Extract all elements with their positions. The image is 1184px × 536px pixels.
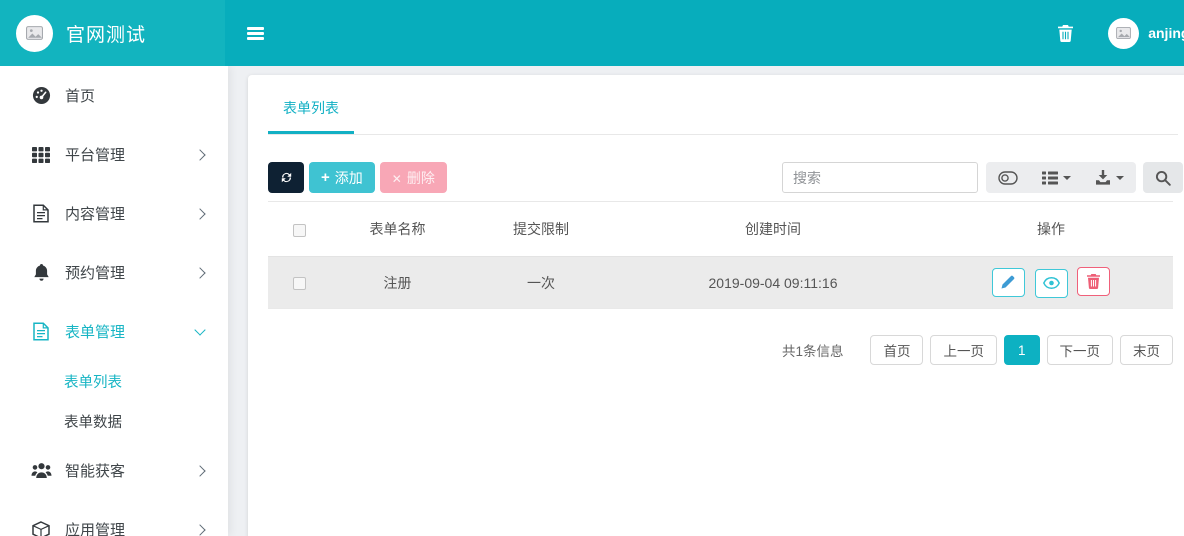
delete-button[interactable]: 删除 bbox=[380, 162, 447, 193]
search-icon bbox=[1155, 170, 1171, 186]
table-row[interactable]: 注册 一次 2019-09-04 09:11:16 bbox=[268, 257, 1173, 309]
sidebar-subitem-form-data[interactable]: 表单数据 bbox=[0, 401, 228, 441]
sidebar-item-label: 首页 bbox=[65, 85, 95, 106]
caret-down-icon bbox=[1116, 176, 1124, 180]
row-checkbox[interactable] bbox=[293, 277, 306, 290]
image-icon bbox=[26, 26, 43, 40]
chevron-right-icon bbox=[194, 149, 205, 160]
brand-header: 官网测试 bbox=[0, 0, 225, 66]
cell-form-name: 注册 bbox=[330, 257, 465, 309]
sidebar-item-apps[interactable]: 应用管理 bbox=[0, 500, 228, 536]
pagination: 共1条信息 首页 上一页 1 下一页 末页 bbox=[268, 335, 1173, 365]
list-columns-icon bbox=[1042, 171, 1058, 185]
chevron-right-icon bbox=[194, 267, 205, 278]
sidebar-toggle-icon[interactable] bbox=[247, 27, 264, 42]
sidebar-subitem-label: 表单数据 bbox=[64, 411, 122, 432]
refresh-button[interactable] bbox=[268, 162, 304, 193]
delete-row-button[interactable] bbox=[1077, 267, 1110, 296]
eye-icon bbox=[1043, 277, 1060, 289]
page-1-button[interactable]: 1 bbox=[1004, 335, 1040, 365]
users-icon bbox=[30, 462, 52, 479]
sidebar-submenu: 表单列表 表单数据 bbox=[0, 361, 228, 441]
document-icon bbox=[30, 204, 52, 223]
cell-actions bbox=[929, 257, 1173, 309]
sidebar-item-content[interactable]: 内容管理 bbox=[0, 184, 228, 243]
tab-bar: 表单列表 bbox=[268, 75, 1178, 135]
columns-dropdown-button[interactable] bbox=[1030, 162, 1083, 193]
delete-button-label: 删除 bbox=[407, 168, 435, 188]
trash-icon bbox=[1087, 274, 1100, 289]
brand-title: 官网测试 bbox=[66, 20, 146, 47]
edit-button[interactable] bbox=[992, 268, 1025, 297]
plus-icon bbox=[321, 169, 335, 186]
username-label[interactable]: anjingb bbox=[1148, 25, 1184, 41]
first-page-button[interactable]: 首页 bbox=[870, 335, 923, 365]
toggle-icon bbox=[998, 171, 1018, 185]
form-table: 表单名称 提交限制 创建时间 操作 注册 一次 2019-09-04 09:11… bbox=[268, 201, 1173, 309]
content-card: 表单列表 添加 删除 bbox=[248, 75, 1184, 536]
form-icon bbox=[30, 322, 52, 341]
caret-down-icon bbox=[1063, 176, 1071, 180]
sidebar-item-forms[interactable]: 表单管理 bbox=[0, 302, 228, 361]
toolbar-right bbox=[782, 162, 1183, 193]
box-icon bbox=[30, 521, 52, 536]
sidebar: 首页 平台管理 内容管理 bbox=[0, 66, 228, 536]
select-all-checkbox[interactable] bbox=[293, 224, 306, 237]
column-header-name: 表单名称 bbox=[330, 202, 465, 257]
last-page-button[interactable]: 末页 bbox=[1120, 335, 1173, 365]
bell-icon bbox=[30, 263, 52, 282]
column-header-limit: 提交限制 bbox=[465, 202, 617, 257]
sidebar-subitem-label: 表单列表 bbox=[64, 371, 122, 392]
refresh-icon bbox=[279, 170, 294, 185]
column-header-created: 创建时间 bbox=[617, 202, 929, 257]
search-button[interactable] bbox=[1143, 162, 1183, 193]
toolbar: 添加 删除 bbox=[268, 162, 1183, 193]
chevron-down-icon bbox=[194, 324, 205, 335]
table-header: 表单名称 提交限制 创建时间 操作 bbox=[268, 202, 1173, 257]
user-avatar[interactable] bbox=[1108, 18, 1139, 49]
dashboard-icon bbox=[30, 86, 52, 105]
sidebar-subitem-form-list[interactable]: 表单列表 bbox=[0, 361, 228, 401]
sidebar-item-label: 表单管理 bbox=[65, 321, 125, 342]
tab-form-list[interactable]: 表单列表 bbox=[268, 98, 354, 134]
top-navbar: anjingb bbox=[225, 0, 1184, 66]
x-icon bbox=[392, 170, 407, 186]
next-page-button[interactable]: 下一页 bbox=[1047, 335, 1114, 365]
sidebar-item-platform[interactable]: 平台管理 bbox=[0, 125, 228, 184]
sidebar-item-label: 平台管理 bbox=[65, 144, 125, 165]
add-button[interactable]: 添加 bbox=[309, 162, 375, 193]
toggle-view-button[interactable] bbox=[986, 162, 1030, 193]
sidebar-item-reservation[interactable]: 预约管理 bbox=[0, 243, 228, 302]
sidebar-item-label: 预约管理 bbox=[65, 262, 125, 283]
chevron-right-icon bbox=[194, 465, 205, 476]
sidebar-item-label: 智能获客 bbox=[65, 460, 125, 481]
add-button-label: 添加 bbox=[335, 168, 363, 188]
pagination-info: 共1条信息 bbox=[782, 340, 844, 360]
sidebar-item-label: 应用管理 bbox=[65, 519, 125, 536]
search-input[interactable] bbox=[782, 162, 978, 193]
pencil-icon bbox=[1001, 275, 1015, 289]
trash-icon[interactable] bbox=[1048, 16, 1082, 50]
sidebar-item-leads[interactable]: 智能获客 bbox=[0, 441, 228, 500]
chevron-right-icon bbox=[194, 208, 205, 219]
table-controls-group bbox=[986, 162, 1136, 193]
view-button[interactable] bbox=[1035, 269, 1068, 298]
column-header-actions: 操作 bbox=[929, 202, 1173, 257]
navbar-right: anjingb bbox=[1048, 0, 1184, 66]
cell-submit-limit: 一次 bbox=[465, 257, 617, 309]
export-dropdown-button[interactable] bbox=[1083, 162, 1136, 193]
chevron-right-icon bbox=[194, 524, 205, 535]
brand-logo[interactable] bbox=[16, 15, 53, 52]
image-icon bbox=[1116, 27, 1131, 39]
sidebar-item-label: 内容管理 bbox=[65, 203, 125, 224]
prev-page-button[interactable]: 上一页 bbox=[930, 335, 997, 365]
download-icon bbox=[1095, 170, 1111, 185]
grid-icon bbox=[30, 147, 52, 163]
sidebar-item-home[interactable]: 首页 bbox=[0, 66, 228, 125]
cell-created-time: 2019-09-04 09:11:16 bbox=[617, 257, 929, 309]
